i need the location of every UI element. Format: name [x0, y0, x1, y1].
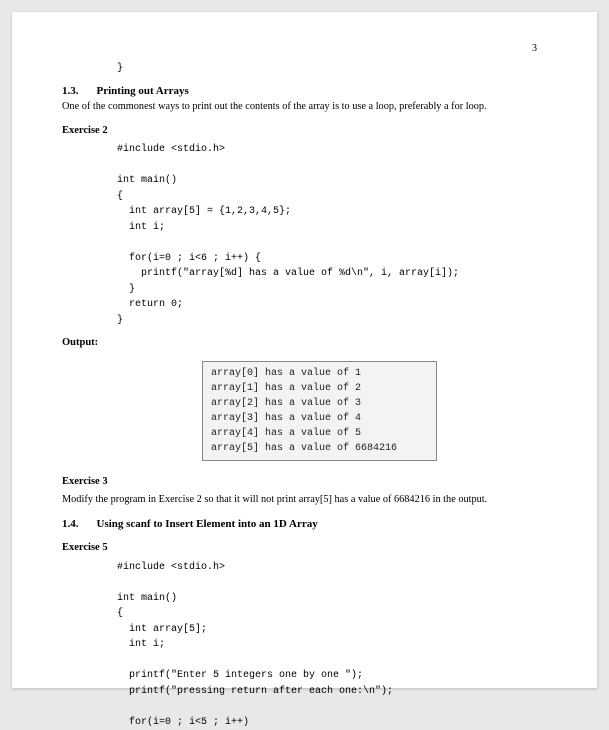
section-1-3-body: One of the commonest ways to print out t…: [62, 100, 547, 114]
section-number: 1.3.: [62, 85, 79, 97]
section-number: 1.4.: [62, 518, 79, 530]
output-box: array[0] has a value of 1 array[1] has a…: [202, 361, 437, 461]
exercise-5-code: #include <stdio.h> int main() { int arra…: [117, 560, 547, 730]
section-title: Using scanf to Insert Element into an 1D…: [97, 518, 318, 530]
output-label: Output:: [62, 336, 547, 350]
section-title: Printing out Arrays: [97, 85, 189, 97]
exercise-3-label: Exercise 3: [62, 475, 547, 489]
code-closing-brace: }: [117, 62, 547, 76]
exercise-2-label: Exercise 2: [62, 124, 547, 138]
section-1-4-heading: 1.4. Using scanf to Insert Element into a…: [62, 517, 547, 532]
exercise-3-body: Modify the program in Exercise 2 so that…: [62, 493, 547, 507]
exercise-2-code: #include <stdio.h> int main() { int arra…: [117, 142, 547, 328]
section-1-3-heading: 1.3. Printing out Arrays: [62, 84, 547, 99]
exercise-5-label: Exercise 5: [62, 541, 547, 555]
page-number: 3: [532, 42, 537, 56]
document-page: 3 } 1.3. Printing out Arrays One of the c…: [12, 12, 597, 688]
